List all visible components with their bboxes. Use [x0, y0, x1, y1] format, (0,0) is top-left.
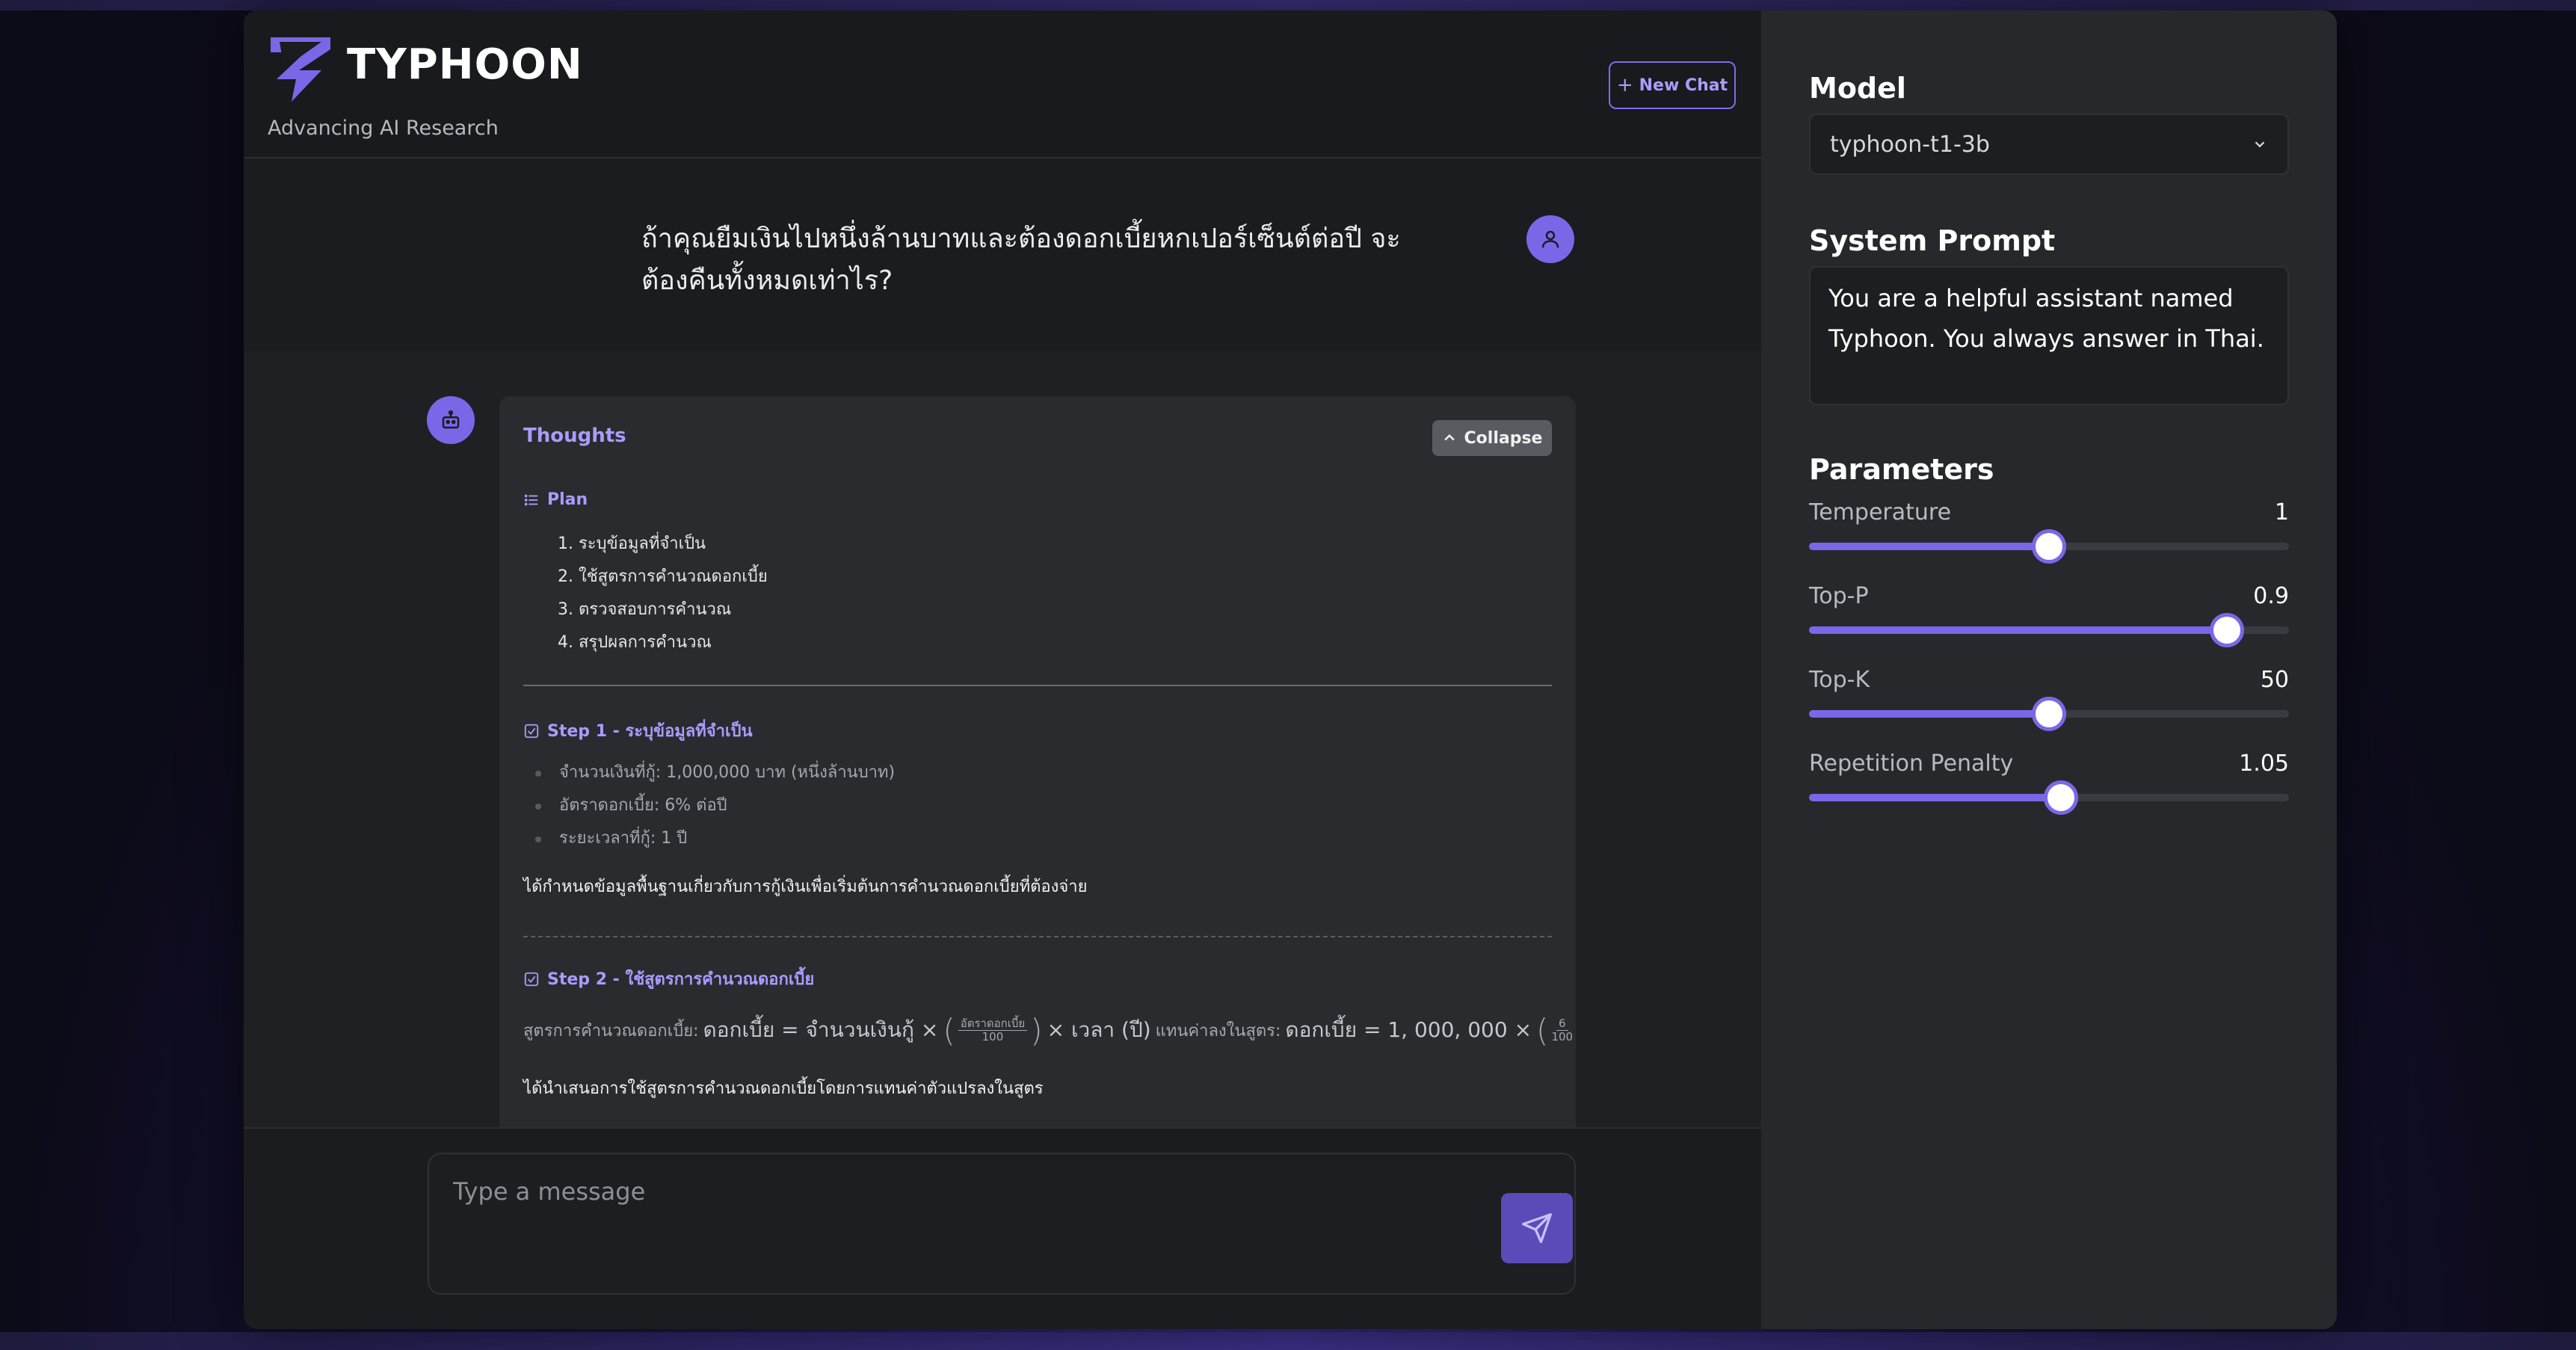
app-window: TYPHOON Advancing AI Research + New Chat…	[244, 10, 2337, 1329]
collapse-label: Collapse	[1464, 428, 1543, 448]
model-heading: Model	[1809, 72, 1906, 105]
tagline: Advancing AI Research	[268, 117, 499, 140]
step1-bullets: จำนวนเงินที่กู้: 1,000,000 บาท (หนึ่งล้า…	[535, 756, 895, 855]
slider-value: 1	[2274, 499, 2289, 525]
formula-fraction: 6 100	[1551, 1017, 1573, 1044]
plan-item: 4. สรุปผลการคำนวณ	[558, 633, 712, 652]
step2-title: Step 2 - ใช้สูตรการคำนวณดอกเบี้ย	[547, 970, 815, 989]
user-icon	[1541, 230, 1559, 248]
step1-title: Step 1 - ระบุข้อมูลที่จำเป็น	[547, 722, 753, 741]
top-k-slider: Top-K 50	[1809, 667, 2289, 734]
message-input[interactable]	[453, 1175, 1425, 1208]
top-p-slider: Top-P 0.9	[1809, 583, 2289, 650]
thoughts-card: Thoughts Collapse Plan 1. ระบุข้อมูลที่จ…	[499, 396, 1576, 1144]
system-prompt-input[interactable]: You are a helpful assistant named Typhoo…	[1809, 266, 2289, 405]
model-select[interactable]: typhoon-t1-3b	[1809, 114, 2289, 175]
slider-thumb[interactable]	[2032, 697, 2066, 731]
interest-formula: สูตรการคำนวณดอกเบี้ย: ดอกเบี้ย = จำนวนเง…	[523, 1009, 1573, 1051]
new-chat-button[interactable]: + New Chat	[1609, 61, 1736, 109]
model-select-value: typhoon-t1-3b	[1830, 131, 1990, 158]
composer	[428, 1153, 1576, 1295]
slider-fill	[1809, 543, 2049, 550]
slider-track[interactable]	[1809, 697, 2289, 731]
list-icon	[524, 494, 538, 505]
step1-conclusion: ได้กำหนดข้อมูลพื้นฐานเกี่ยวกับการกู้เงิน…	[523, 878, 1088, 896]
plan-item: 3. ตรวจสอบการคำนวณ	[558, 600, 732, 619]
plan-item: 2. ใช้สูตรการคำนวณดอกเบี้ย	[558, 567, 768, 586]
paren-close: )	[1030, 1011, 1043, 1049]
formula-rhs: ดอกเบี้ย = 1, 000, 000 ×	[1285, 1017, 1532, 1042]
send-icon	[1522, 1213, 1552, 1243]
slider-value: 1.05	[2239, 750, 2289, 777]
plan-item: 1. ระบุข้อมูลที่จำเป็น	[558, 534, 706, 553]
robot-icon	[442, 410, 460, 429]
chevron-up-icon	[1443, 434, 1455, 441]
temperature-slider: Temperature 1	[1809, 499, 2289, 567]
brand-name: TYPHOON	[347, 40, 583, 89]
backdrop-glow-top	[0, 0, 2576, 10]
new-chat-label: New Chat	[1639, 75, 1728, 95]
fraction-denominator: 100	[982, 1029, 1004, 1044]
user-message-text: ถ้าคุณยืมเงินไปหนึ่งล้านบาทและต้องดอกเบี…	[641, 224, 1401, 296]
step2-label: Step 2 - ใช้สูตรการคำนวณดอกเบี้ย	[523, 966, 814, 992]
assistant-avatar	[427, 396, 475, 444]
paren-open: (	[1536, 1011, 1549, 1049]
slider-thumb[interactable]	[2032, 529, 2066, 564]
slider-label: Temperature	[1809, 499, 1952, 525]
fraction-numerator: 6	[1556, 1017, 1568, 1031]
formula-prefix: สูตรการคำนวณดอกเบี้ย:	[523, 1021, 699, 1041]
step2-conclusion: ได้นำเสนอการใช้สูตรการคำนวณดอกเบี้ยโดยกา…	[523, 1079, 1044, 1098]
step1-bullet: อัตราดอกเบี้ย: 6% ต่อปี	[535, 789, 895, 822]
slider-thumb[interactable]	[2044, 780, 2079, 815]
slider-track[interactable]	[1809, 529, 2289, 564]
slider-track[interactable]	[1809, 780, 2289, 815]
checkbox-icon	[524, 972, 539, 986]
repetition-penalty-slider: Repetition Penalty 1.05	[1809, 750, 2289, 818]
fraction-denominator: 100	[1551, 1029, 1574, 1044]
step1-label: Step 1 - ระบุข้อมูลที่จำเป็น	[523, 718, 753, 744]
slider-fill	[1809, 626, 2227, 634]
step1-bullet: ระยะเวลาที่กู้: 1 ปี	[535, 822, 895, 855]
user-avatar	[1526, 215, 1574, 263]
backdrop-glow-bottom	[0, 1332, 2576, 1350]
slider-label: Top-P	[1809, 583, 1869, 609]
slider-value: 0.9	[2253, 583, 2289, 609]
assistant-message-row: Thoughts Collapse Plan 1. ระบุข้อมูลที่จ…	[244, 351, 1761, 1144]
plan-list: 1. ระบุข้อมูลที่จำเป็น 2. ใช้สูตรการคำนว…	[558, 528, 768, 659]
collapse-button[interactable]: Collapse	[1432, 420, 1552, 456]
slider-label: Repetition Penalty	[1809, 750, 2014, 777]
formula-sub-label: แทนค่าลงในสูตร:	[1155, 1021, 1281, 1041]
slider-track[interactable]	[1809, 613, 2289, 647]
parameters-heading: Parameters	[1809, 453, 1994, 486]
checkbox-icon	[524, 724, 539, 738]
plan-divider	[523, 685, 1552, 686]
chevron-down-icon	[2255, 141, 2265, 148]
composer-area	[244, 1127, 1761, 1329]
slider-value: 50	[2260, 667, 2289, 693]
user-message-row: ถ้าคุณยืมเงินไปหนึ่งล้านบาทและต้องดอกเบี…	[244, 160, 1761, 351]
slider-thumb[interactable]	[2209, 613, 2244, 647]
step1-divider	[523, 936, 1552, 937]
formula-fraction: อัตราดอกเบี้ย 100	[958, 1017, 1028, 1044]
slider-label: Top-K	[1809, 667, 1870, 693]
plus-icon: +	[1616, 74, 1633, 96]
plan-label-text: Plan	[547, 490, 588, 509]
settings-sidebar: Model typhoon-t1-3b System Prompt You ar…	[1761, 10, 2337, 1329]
system-prompt-heading: System Prompt	[1809, 224, 2056, 257]
slider-fill	[1809, 710, 2049, 718]
plan-label: Plan	[523, 490, 588, 509]
fraction-numerator: อัตราดอกเบี้ย	[958, 1017, 1028, 1031]
send-button[interactable]	[1501, 1193, 1573, 1263]
chat-panel: TYPHOON Advancing AI Research + New Chat…	[244, 10, 1761, 1329]
formula-mid: × เวลา (ปี)	[1047, 1017, 1151, 1042]
step1-bullet: จำนวนเงินที่กู้: 1,000,000 บาท (หนึ่งล้า…	[535, 756, 895, 789]
slider-fill	[1809, 794, 2062, 801]
typhoon-logo-icon	[271, 37, 330, 102]
paren-open: (	[943, 1011, 955, 1049]
formula-lhs: ดอกเบี้ย = จำนวนเงินกู้ ×	[703, 1017, 939, 1042]
header: TYPHOON Advancing AI Research + New Chat	[244, 10, 1761, 158]
thoughts-title: Thoughts	[523, 425, 626, 447]
